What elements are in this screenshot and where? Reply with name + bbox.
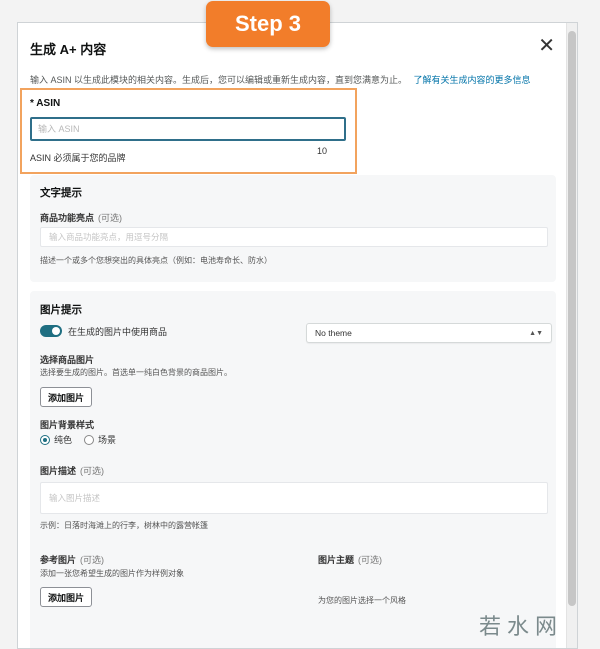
modal-description: 输入 ASIN 以生成此模块的相关内容。生成后，您可以编辑或重新生成内容，直到您…: [30, 73, 531, 86]
modal-title: 生成 A+ 内容: [30, 42, 107, 57]
image-theme-hint: 为您的图片选择一个风格: [318, 596, 406, 605]
select-product-image-hint: 选择要生成的图片。首选单一纯白色背景的商品图片。: [40, 368, 232, 377]
add-reference-image-button[interactable]: 添加图片: [40, 587, 93, 607]
chevron-updown-icon: ▲▼: [529, 329, 543, 337]
image-prompt-title: 图片提示: [40, 304, 82, 316]
text-prompt-title: 文字提示: [40, 187, 82, 199]
image-prompt-section: 图片提示 在生成的图片中使用商品 选择商品图片 选择要生成的图片。首选单一纯白色…: [30, 291, 556, 648]
image-theme-select[interactable]: No theme ▲▼: [306, 323, 552, 343]
image-description-hint: 示例：日落时海滩上的行李，树林中的露营帐篷: [40, 521, 208, 530]
step-badge: Step 3: [206, 1, 330, 47]
radio-solid-label: 纯色: [54, 435, 73, 445]
asin-char-count: 10: [317, 146, 328, 156]
reference-image-text: 参考图片: [40, 555, 77, 565]
image-description-input[interactable]: [40, 482, 548, 514]
reference-image-label: 参考图片 (可选): [40, 553, 104, 566]
radio-scene-label: 场景: [98, 435, 117, 445]
optional-tag: (可选): [80, 466, 105, 476]
add-image-button[interactable]: 添加图片: [40, 387, 93, 407]
scroll-thumb[interactable]: [568, 31, 576, 606]
asin-highlight: * ASIN ASIN 必须属于您的品牌 10: [20, 88, 357, 174]
toggle-knob: [52, 327, 60, 335]
text-prompt-section: 文字提示 商品功能亮点(可选) 描述一个或多个您想突出的具体亮点（例如：电池寿命…: [30, 175, 556, 282]
feature-highlights-text: 商品功能亮点: [40, 213, 95, 223]
image-theme-value: No theme: [315, 328, 352, 338]
image-description-text: 图片描述: [40, 466, 77, 476]
optional-tag: (可选): [98, 213, 123, 223]
image-description-label: 图片描述 (可选): [40, 464, 104, 477]
asin-input[interactable]: [30, 117, 346, 141]
asin-label: * ASIN: [30, 98, 61, 109]
generate-aplus-modal: 生成 A+ 内容 ✕ 输入 ASIN 以生成此模块的相关内容。生成后，您可以编辑…: [17, 22, 578, 649]
select-product-image-label: 选择商品图片: [40, 355, 95, 365]
description-text: 输入 ASIN 以生成此模块的相关内容。生成后，您可以编辑或重新生成内容，直到您…: [30, 75, 408, 85]
radio-solid[interactable]: [40, 434, 50, 445]
optional-tag: (可选): [358, 555, 383, 565]
feature-highlights-label: 商品功能亮点 (可选): [40, 211, 122, 224]
use-product-toggle[interactable]: [40, 325, 62, 337]
background-style-label: 图片背景样式: [40, 420, 95, 430]
modal-scrollbar[interactable]: [566, 23, 577, 648]
close-icon[interactable]: ✕: [538, 33, 555, 58]
image-theme-text: 图片主题: [318, 555, 355, 565]
image-theme-label: 图片主题 (可选): [318, 553, 382, 566]
watermark-logo: 若水网: [479, 615, 564, 640]
reference-image-hint: 添加一张您希望生成的图片作为样例对象: [40, 569, 184, 578]
use-product-label: 在生成的图片中使用商品: [68, 327, 168, 337]
asin-hint: ASIN 必须属于您的品牌: [30, 153, 126, 163]
feature-highlights-hint: 描述一个或多个您想突出的具体亮点（例如：电池寿命长、防水）: [40, 256, 272, 265]
feature-highlights-input[interactable]: [40, 227, 548, 247]
learn-more-link[interactable]: 了解有关生成内容的更多信息: [414, 75, 531, 85]
radio-scene[interactable]: [84, 434, 95, 445]
background-style-options: 纯色 场景: [40, 433, 128, 446]
optional-tag: (可选): [80, 555, 105, 565]
